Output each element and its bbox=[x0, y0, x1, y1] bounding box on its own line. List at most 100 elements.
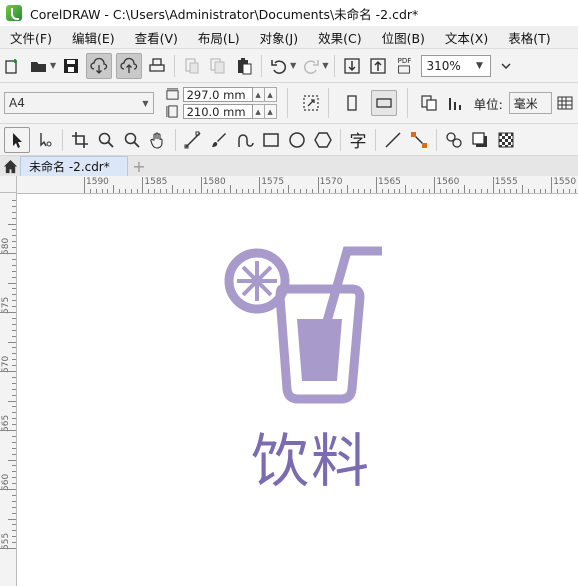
import-icon[interactable] bbox=[341, 55, 363, 77]
new-document-icon[interactable] bbox=[2, 55, 24, 77]
ruler-tick bbox=[183, 189, 185, 193]
menu-bitmaps[interactable]: 位图(B) bbox=[372, 28, 435, 47]
connector-tool-icon[interactable] bbox=[382, 129, 404, 151]
menu-view[interactable]: 查看(V) bbox=[125, 28, 188, 47]
drink-icon-artwork[interactable] bbox=[222, 239, 402, 409]
menu-text[interactable]: 文本(X) bbox=[435, 28, 498, 47]
ruler-tick bbox=[8, 282, 16, 284]
horizontal-ruler[interactable]: 1590 1585 1580 1575 1570 1565 1560 1555 1550 bbox=[17, 176, 578, 194]
toolbar-separator bbox=[286, 88, 288, 118]
ruler-tick bbox=[218, 189, 220, 193]
toolbar-separator bbox=[62, 128, 63, 151]
ruler-tick bbox=[335, 189, 337, 193]
pan-tool-icon[interactable] bbox=[147, 129, 169, 151]
units-dropdown-icon[interactable] bbox=[554, 92, 576, 114]
ruler-label: 1550 bbox=[553, 177, 577, 187]
ruler-tick bbox=[440, 189, 442, 193]
drawing-canvas[interactable]: 饮料 bbox=[17, 194, 578, 586]
ruler-tick bbox=[463, 185, 465, 193]
ellipse-tool-icon[interactable] bbox=[286, 129, 308, 151]
menu-object[interactable]: 对象(J) bbox=[250, 28, 308, 47]
drink-text-label[interactable]: 饮料 bbox=[251, 414, 371, 498]
drop-shadow-icon[interactable] bbox=[469, 129, 491, 151]
ruler-tick bbox=[12, 453, 16, 455]
all-pages-icon[interactable] bbox=[418, 92, 440, 114]
artistic-media-icon[interactable] bbox=[208, 129, 230, 151]
add-tab-button[interactable]: + bbox=[128, 156, 150, 176]
vertical-ruler[interactable]: 580 575 570 565 560 555 bbox=[0, 193, 17, 586]
zoom-level-field[interactable]: 310% ▼ bbox=[421, 54, 492, 77]
export-pdf-icon[interactable]: PDF bbox=[393, 55, 415, 77]
menu-file[interactable]: 文件(F) bbox=[0, 28, 62, 47]
document-tab[interactable]: 未命名 -2.cdr* bbox=[20, 156, 128, 176]
landscape-icon[interactable] bbox=[370, 90, 397, 116]
title-bar: CorelDRAW - C:\Users\Administrator\Docum… bbox=[0, 0, 578, 26]
current-page-icon[interactable] bbox=[444, 92, 466, 114]
text-tool-icon[interactable]: 字 bbox=[347, 129, 369, 152]
cut-icon[interactable] bbox=[181, 55, 203, 77]
cloud-upload-icon[interactable] bbox=[116, 52, 143, 79]
open-dropdown-icon[interactable]: ▼ bbox=[50, 61, 56, 70]
ruler-tick bbox=[12, 235, 16, 237]
bezier-tool-icon[interactable] bbox=[234, 129, 256, 151]
dimension-tool-icon[interactable] bbox=[408, 129, 430, 151]
print-icon[interactable] bbox=[146, 55, 168, 77]
ruler-tick bbox=[12, 412, 16, 414]
ruler-tick bbox=[130, 189, 132, 193]
ruler-tick bbox=[101, 189, 103, 193]
export-icon[interactable] bbox=[367, 55, 389, 77]
paste-icon[interactable] bbox=[233, 55, 255, 77]
open-folder-icon[interactable] bbox=[28, 55, 50, 77]
rectangle-tool-icon[interactable] bbox=[260, 129, 282, 151]
width-spinner-alt[interactable]: ▲ bbox=[264, 87, 277, 102]
ruler-tick bbox=[0, 489, 16, 490]
ruler-tick bbox=[12, 329, 16, 331]
height-spinner[interactable]: ▲ bbox=[252, 104, 265, 119]
units-select[interactable]: 毫米 bbox=[508, 92, 552, 114]
undo-dropdown-icon[interactable]: ▼ bbox=[290, 61, 296, 70]
page-layout-icon[interactable] bbox=[300, 92, 322, 114]
shape-tool-icon[interactable] bbox=[34, 129, 56, 151]
ruler-tick bbox=[159, 189, 161, 193]
menu-layout[interactable]: 布局(L) bbox=[188, 28, 250, 47]
ruler-tick bbox=[12, 217, 16, 219]
menu-table[interactable]: 表格(T) bbox=[498, 28, 560, 47]
ruler-tick bbox=[12, 424, 16, 426]
save-icon[interactable] bbox=[60, 55, 82, 77]
freehand-tool-icon[interactable] bbox=[182, 129, 204, 151]
undo-icon[interactable] bbox=[268, 55, 290, 77]
transparency-tool-icon[interactable] bbox=[495, 129, 517, 151]
menu-edit[interactable]: 编辑(E) bbox=[62, 28, 125, 47]
copy-icon[interactable] bbox=[207, 55, 229, 77]
cloud-download-icon[interactable] bbox=[86, 52, 113, 79]
ruler-tick bbox=[113, 185, 115, 193]
polygon-tool-icon[interactable] bbox=[312, 129, 334, 151]
ruler-tick bbox=[12, 465, 16, 467]
ruler-tick bbox=[12, 441, 16, 443]
home-icon[interactable] bbox=[0, 156, 20, 176]
crop-tool-icon[interactable] bbox=[69, 129, 91, 151]
menu-effects[interactable]: 效果(C) bbox=[308, 28, 371, 47]
ruler-tick bbox=[539, 189, 541, 193]
ruler-tick bbox=[12, 365, 16, 367]
zoom-out-icon[interactable] bbox=[121, 129, 143, 151]
ruler-tick bbox=[0, 253, 16, 254]
blend-tool-icon[interactable] bbox=[443, 129, 465, 151]
ruler-tick bbox=[136, 189, 138, 193]
pick-tool-icon[interactable] bbox=[4, 126, 30, 153]
zoom-dropdown-icon[interactable]: ▼ bbox=[472, 55, 486, 77]
zoom-options-icon[interactable] bbox=[495, 55, 517, 77]
menu-bar: 文件(F) 编辑(E) 查看(V) 布局(L) 对象(J) 效果(C) 位图(B… bbox=[0, 26, 578, 49]
portrait-icon[interactable] bbox=[341, 92, 363, 114]
page-width-input[interactable]: 297.0 mm bbox=[182, 87, 253, 102]
redo-icon[interactable] bbox=[300, 55, 322, 77]
page-size-select[interactable]: A4 ▼ bbox=[4, 92, 154, 114]
redo-dropdown-icon[interactable]: ▼ bbox=[322, 61, 328, 70]
toolbar-separator bbox=[327, 88, 329, 118]
ruler-tick bbox=[12, 258, 16, 260]
ruler-origin-corner[interactable] bbox=[0, 176, 17, 193]
zoom-tool-icon[interactable] bbox=[95, 129, 117, 151]
height-spinner-alt[interactable]: ▲ bbox=[264, 104, 277, 119]
page-height-input[interactable]: 210.0 mm bbox=[182, 104, 253, 119]
width-spinner[interactable]: ▲ bbox=[252, 87, 265, 102]
